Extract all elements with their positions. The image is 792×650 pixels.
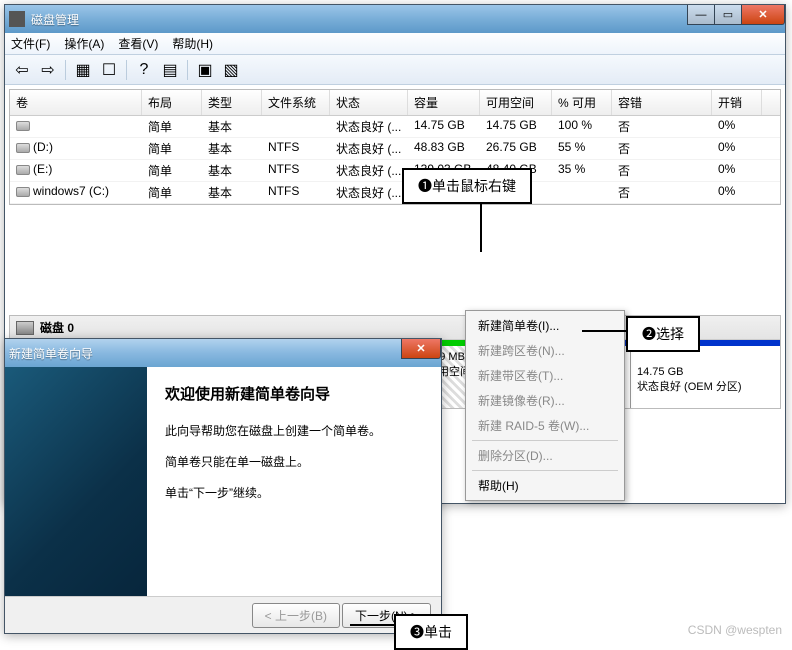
wizard-title: 新建简单卷向导 (9, 345, 437, 362)
help-icon[interactable]: ? (133, 59, 155, 81)
table-row[interactable]: (E:)简单基本NTFS状态良好 (...139.03 GB48.40 GB35… (10, 160, 780, 182)
wizard-text: 简单卷只能在单一磁盘上。 (165, 453, 423, 470)
col-free[interactable]: 可用空间 (480, 90, 552, 115)
menu-view[interactable]: 查看(V) (118, 35, 158, 52)
callout-line (480, 196, 482, 252)
table-row[interactable]: windows7 (C:)简单基本NTFS状态良好 (...否0% (10, 182, 780, 204)
col-volume[interactable]: 卷 (10, 90, 142, 115)
wizard-text: 单击“下一步”继续。 (165, 484, 423, 501)
wizard-text: 此向导帮助您在磁盘上创建一个简单卷。 (165, 422, 423, 439)
column-headers[interactable]: 卷 布局 类型 文件系统 状态 容量 可用空间 % 可用 容错 开销 (10, 90, 780, 116)
wizard-main: 欢迎使用新建简单卷向导 此向导帮助您在磁盘上创建一个简单卷。 简单卷只能在单一磁… (147, 367, 441, 596)
col-type[interactable]: 类型 (202, 90, 262, 115)
col-pct[interactable]: % 可用 (552, 90, 612, 115)
wizard-dialog: 新建简单卷向导 ✕ 欢迎使用新建简单卷向导 此向导帮助您在磁盘上创建一个简单卷。… (4, 338, 442, 634)
titlebar[interactable]: 磁盘管理 — ▭ ✕ (5, 5, 785, 33)
wizard-titlebar[interactable]: 新建简单卷向导 ✕ (5, 339, 441, 367)
app-icon (9, 11, 25, 27)
back-button: < 上一步(B) (252, 603, 340, 628)
context-menu: 新建简单卷(I)... 新建跨区卷(N)... 新建带区卷(T)... 新建镜像… (465, 310, 625, 501)
wizard-heading: 欢迎使用新建简单卷向导 (165, 383, 423, 404)
forward-button[interactable]: ⇨ (37, 59, 59, 81)
toolbar: ⇦ ⇨ ▦ ☐ ? ▤ ▣ ▧ (5, 55, 785, 85)
col-layout[interactable]: 布局 (142, 90, 202, 115)
refresh-icon[interactable]: ▣ (194, 59, 216, 81)
toolbar-icon[interactable]: ▤ (159, 59, 181, 81)
close-button[interactable]: ✕ (741, 5, 785, 25)
volume-list: 卷 布局 类型 文件系统 状态 容量 可用空间 % 可用 容错 开销 简单基本状… (9, 89, 781, 205)
minimize-button[interactable]: — (687, 5, 715, 25)
menubar: 文件(F) 操作(A) 查看(V) 帮助(H) (5, 33, 785, 55)
table-row[interactable]: (D:)简单基本NTFS状态良好 (...48.83 GB26.75 GB55 … (10, 138, 780, 160)
menu-file[interactable]: 文件(F) (11, 35, 50, 52)
callout-line (582, 330, 626, 332)
menu-action[interactable]: 操作(A) (64, 35, 104, 52)
table-row[interactable]: 简单基本状态良好 (...14.75 GB14.75 GB100 %否0% (10, 116, 780, 138)
menu-delete-partition: 删除分区(D)... (468, 443, 622, 468)
menu-help[interactable]: 帮助(H) (172, 35, 213, 52)
menu-new-simple-volume[interactable]: 新建简单卷(I)... (468, 313, 622, 338)
menu-new-raid5: 新建 RAID-5 卷(W)... (468, 413, 622, 438)
toolbar-icon[interactable]: ▦ (72, 59, 94, 81)
menu-new-spanned: 新建跨区卷(N)... (468, 338, 622, 363)
window-title: 磁盘管理 (31, 11, 781, 28)
maximize-button[interactable]: ▭ (714, 5, 742, 25)
toolbar-icon[interactable]: ▧ (220, 59, 242, 81)
col-cap[interactable]: 容量 (408, 90, 480, 115)
callout-1: ❶单击鼠标右键 (402, 168, 532, 204)
wizard-close-button[interactable]: ✕ (401, 339, 441, 359)
col-fs[interactable]: 文件系统 (262, 90, 330, 115)
wizard-footer: < 上一步(B) 下一步(N) > (5, 597, 441, 633)
menu-help[interactable]: 帮助(H) (468, 473, 622, 498)
callout-2: ❷选择 (626, 316, 700, 352)
col-ov[interactable]: 开销 (712, 90, 762, 115)
toolbar-icon[interactable]: ☐ (98, 59, 120, 81)
menu-new-striped: 新建带区卷(T)... (468, 363, 622, 388)
callout-line (350, 624, 394, 626)
menu-new-mirrored: 新建镜像卷(R)... (468, 388, 622, 413)
back-button[interactable]: ⇦ (11, 59, 33, 81)
col-status[interactable]: 状态 (330, 90, 408, 115)
disk-icon (16, 321, 34, 335)
disk-label: 磁盘 0 (40, 319, 74, 336)
watermark: CSDN @wespten (688, 623, 782, 637)
wizard-sidebar-image (5, 367, 147, 596)
col-ft[interactable]: 容错 (612, 90, 712, 115)
